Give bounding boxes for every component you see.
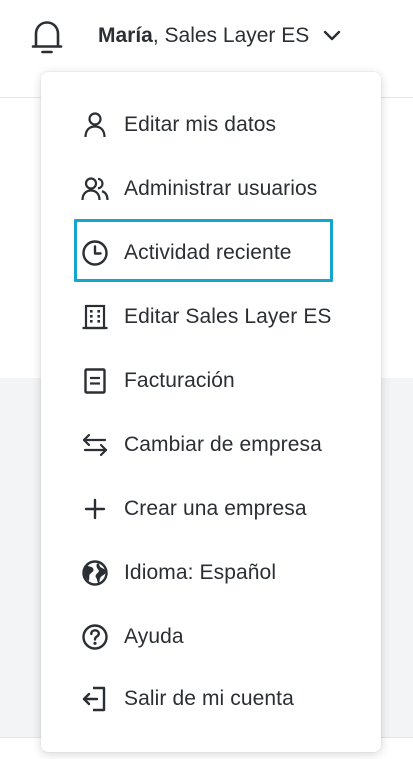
- menu-item-logout[interactable]: Salir de mi cuenta: [41, 671, 381, 727]
- page: María, Sales Layer ES Editar mis datos A…: [0, 0, 413, 759]
- globe-icon: [81, 559, 109, 587]
- menu-item-edit-profile[interactable]: Editar mis datos: [41, 97, 381, 153]
- help-icon: [81, 623, 109, 651]
- menu-item-label: Editar mis datos: [124, 113, 277, 136]
- bell-icon: [29, 17, 65, 57]
- menu-item-label: Cambiar de empresa: [124, 433, 322, 456]
- menu-item-label: Administrar usuarios: [124, 177, 318, 200]
- user-name: María: [98, 24, 153, 47]
- logout-icon: [81, 685, 109, 713]
- menu-item-label: Ayuda: [124, 625, 184, 648]
- invoice-icon: [81, 367, 109, 395]
- users-icon: [81, 175, 109, 203]
- building-icon: [81, 303, 109, 331]
- menu-item-label: Actividad reciente: [124, 241, 292, 264]
- menu-item-manage-users[interactable]: Administrar usuarios: [41, 161, 381, 217]
- clock-icon: [81, 239, 109, 267]
- plus-icon: [81, 495, 109, 523]
- menu-item-create-company[interactable]: Crear una empresa: [41, 481, 381, 537]
- menu-item-label: Facturación: [124, 369, 235, 392]
- menu-item-label: Crear una empresa: [124, 497, 307, 520]
- menu-item-billing[interactable]: Facturación: [41, 353, 381, 409]
- account-dropdown-menu: Editar mis datos Administrar usuarios Ac…: [41, 72, 381, 752]
- menu-item-edit-company[interactable]: Editar Sales Layer ES: [41, 289, 381, 345]
- switch-arrows-icon: [81, 431, 109, 459]
- menu-item-label: Editar Sales Layer ES: [124, 305, 332, 328]
- menu-item-language[interactable]: Idioma: Español: [41, 545, 381, 601]
- user-icon: [81, 111, 109, 139]
- menu-item-recent-activity[interactable]: Actividad reciente: [41, 225, 381, 281]
- company-name: , Sales Layer ES: [152, 24, 310, 47]
- menu-item-label: Salir de mi cuenta: [124, 687, 294, 710]
- notifications-button[interactable]: [27, 15, 67, 59]
- chevron-down-icon: [323, 30, 341, 42]
- menu-item-switch-company[interactable]: Cambiar de empresa: [41, 417, 381, 473]
- menu-item-label: Idioma: Español: [124, 561, 277, 584]
- account-switcher[interactable]: María, Sales Layer ES: [98, 18, 341, 54]
- menu-item-help[interactable]: Ayuda: [41, 609, 381, 665]
